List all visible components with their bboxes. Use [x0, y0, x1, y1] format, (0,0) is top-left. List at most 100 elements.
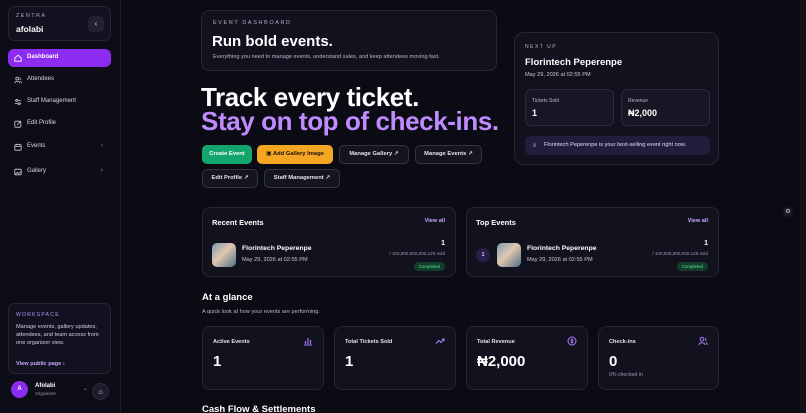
trending-up-icon	[435, 338, 445, 344]
stat-value: 1	[345, 353, 354, 370]
dollar-circle-icon	[567, 336, 577, 346]
top-events-panel: Top Events View all 1 Florintech Peperen…	[466, 207, 719, 277]
event-capacity: / 100,000,000,000,125 sold	[389, 251, 445, 256]
top-events-title: Top Events	[476, 218, 516, 227]
sidebar-item-label: Gallery	[27, 168, 47, 174]
sidebar-item-gallery[interactable]: Gallery ›	[8, 163, 111, 181]
view-public-page-label: View public page	[16, 361, 62, 367]
event-sold-count: 1	[704, 240, 708, 247]
chevron-right-icon: ›	[62, 361, 65, 367]
users-icon	[14, 76, 22, 84]
workspace-card: WORKSPACE Manage events, gallery updates…	[8, 303, 111, 374]
edit-profile-label: Edit Profile	[211, 175, 243, 181]
settings-icon: ⚙	[785, 209, 791, 215]
sidebar-item-dashboard[interactable]: Dashboard	[8, 49, 111, 67]
chevron-down-icon: ⌄	[82, 386, 88, 392]
top-events-view-all-link[interactable]: View all	[688, 218, 708, 224]
trophy-icon: ♕	[532, 143, 538, 149]
next-up-event-date: May 29, 2026 at 02:55 PM	[525, 72, 591, 78]
sidebar-item-label: Edit Profile	[27, 120, 57, 126]
status-badge: Completed	[413, 262, 445, 271]
external-link-icon: ↗	[243, 175, 249, 181]
glance-title: At a glance	[202, 292, 253, 303]
edit-profile-button[interactable]: Edit Profile ↗	[202, 169, 258, 188]
view-public-page-link[interactable]: View public page ›	[16, 361, 65, 367]
scrollbar[interactable]	[800, 0, 806, 413]
event-capacity: / 100,000,000,000,125 sold	[652, 251, 708, 256]
event-thumbnail	[497, 243, 521, 267]
stat-card-check-ins: Check-ins 0 0% checked in	[598, 326, 719, 390]
stat-value: 1	[213, 353, 222, 370]
home-icon	[14, 54, 22, 62]
next-up-card: NEXT UP Florintech Peperenpe May 29, 202…	[514, 32, 719, 165]
revenue-value: ₦2,000	[628, 108, 658, 118]
avatar: A	[11, 381, 28, 398]
collapse-sidebar-button[interactable]: ‹	[88, 16, 104, 32]
sidebar-item-staff-management[interactable]: Staff Management	[8, 93, 111, 111]
recent-events-panel: Recent Events View all Florintech Pepere…	[202, 207, 456, 277]
external-link-icon: ↗	[467, 151, 473, 157]
create-event-button[interactable]: Create Event	[202, 145, 252, 164]
hero-subheadline: Stay on top of check-ins.	[201, 106, 499, 136]
recent-events-view-all-link[interactable]: View all	[425, 218, 445, 224]
stat-label: Total Revenue	[477, 339, 515, 345]
status-badge: Completed	[676, 262, 708, 271]
event-date: May 29, 2026 at 02:55 PM	[527, 257, 593, 263]
manage-events-button[interactable]: Manage Events ↗	[415, 145, 482, 164]
image-plus-icon: ▣	[266, 151, 272, 157]
best-seller-text: Florintech Peperenpe is your best-sellin…	[544, 142, 687, 148]
rank-badge: 1	[476, 248, 490, 262]
manage-gallery-label: Manage Gallery	[349, 151, 393, 157]
tickets-sold-tile: Tickets Sold 1	[525, 89, 614, 126]
theme-toggle-button[interactable]: ☼	[92, 383, 109, 400]
bar-chart-icon	[304, 338, 312, 346]
header-kicker: EVENT DASHBOARD	[213, 20, 292, 26]
stat-label: Check-ins	[609, 339, 636, 345]
sidebar-item-attendees[interactable]: Attendees	[8, 71, 111, 89]
sliders-icon	[14, 99, 22, 105]
check-in-rate: 0% checked in	[609, 372, 643, 378]
sidebar-item-edit-profile[interactable]: Edit Profile	[8, 115, 111, 133]
stat-card-total-revenue: Total Revenue ₦2,000	[466, 326, 588, 390]
edit-icon	[14, 120, 22, 128]
dashboard-header-card: EVENT DASHBOARD Run bold events. Everyth…	[201, 10, 497, 71]
manage-gallery-button[interactable]: Manage Gallery ↗	[339, 145, 409, 164]
stat-value: ₦2,000	[477, 353, 526, 370]
stat-label: Total Tickets Sold	[345, 339, 393, 345]
stat-card-total-tickets-sold: Total Tickets Sold 1	[334, 326, 456, 390]
external-link-icon: ↗	[393, 151, 399, 157]
user-name: Afolabi	[35, 383, 56, 389]
sidebar-item-label: Staff Management	[27, 98, 76, 104]
event-title: Florintech Peperenpe	[527, 245, 597, 252]
settings-toggle-button[interactable]: ⚙	[783, 207, 793, 217]
chevron-left-icon: ‹	[94, 19, 98, 28]
tickets-sold-label: Tickets Sold	[532, 98, 560, 104]
header-subtitle: Everything you need to manage events, un…	[213, 54, 440, 60]
stat-label: Active Events	[213, 339, 250, 345]
staff-management-button[interactable]: Staff Management ↗	[264, 169, 340, 188]
sidebar: ZENTRA afolabi ‹ Dashboard Attendees Sta…	[0, 0, 121, 413]
sidebar-item-events[interactable]: Events ›	[8, 138, 111, 156]
user-role: Organizer	[35, 392, 57, 397]
chevron-right-icon: ›	[100, 167, 103, 174]
cash-flow-section-title: Cash Flow & Settlements	[202, 404, 316, 413]
brand-name: afolabi	[16, 24, 44, 34]
page-title: Run bold events.	[212, 33, 333, 50]
chevron-right-icon: ›	[100, 142, 103, 149]
event-thumbnail	[212, 243, 236, 267]
event-title: Florintech Peperenpe	[242, 245, 312, 252]
user-menu[interactable]: A Afolabi Organizer ⌄	[8, 378, 92, 402]
external-link-icon: ↗	[325, 175, 331, 181]
stat-value: 0	[609, 353, 618, 370]
event-sold-count: 1	[441, 240, 445, 247]
sidebar-item-label: Events	[27, 143, 46, 149]
next-up-kicker: NEXT UP	[525, 44, 558, 50]
recent-events-title: Recent Events	[212, 218, 264, 227]
tickets-sold-value: 1	[532, 108, 538, 118]
workspace-description: Manage events, gallery updates, attendee…	[16, 324, 99, 346]
best-seller-note: ♕ Florintech Peperenpe is your best-sell…	[525, 136, 710, 155]
next-up-event-title: Florintech Peperenpe	[525, 57, 623, 68]
add-gallery-image-button[interactable]: ▣ Add Gallery Image	[257, 145, 333, 164]
sidebar-item-label: Dashboard	[27, 54, 59, 60]
image-icon	[14, 168, 22, 176]
